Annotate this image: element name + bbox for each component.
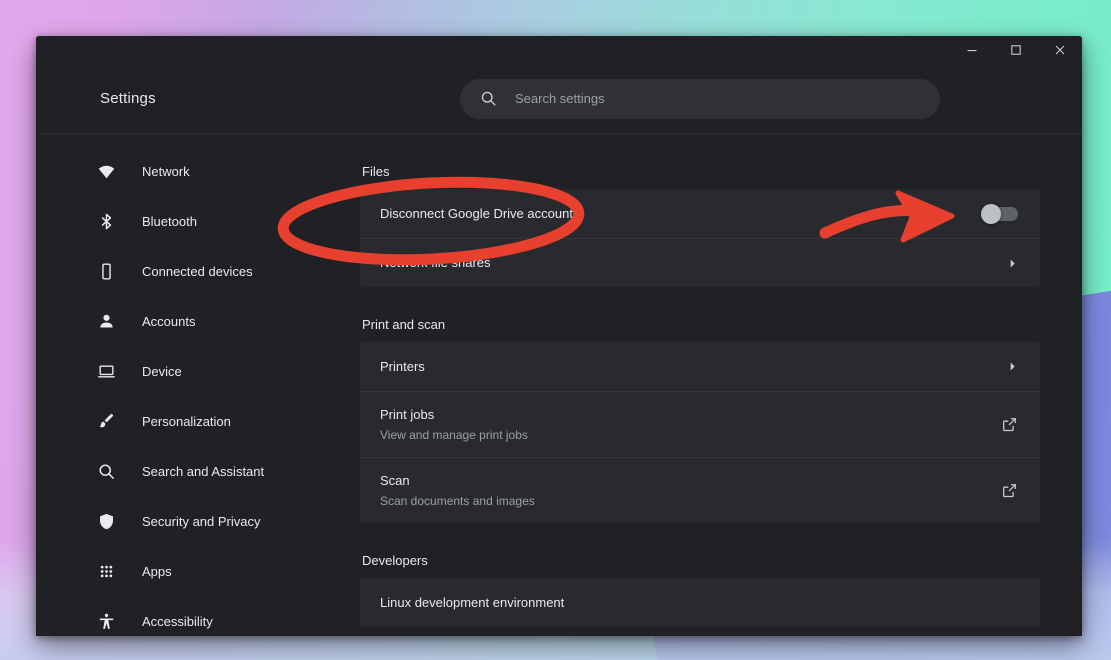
wifi-icon: [96, 161, 116, 181]
developers-card: Linux development environment: [360, 578, 1040, 627]
grid-icon: [96, 561, 116, 581]
section-title-files: Files: [362, 164, 390, 179]
row-linux-development-environment[interactable]: Linux development environment: [360, 578, 1040, 627]
sidebar-item-label: Accounts: [142, 313, 196, 329]
row-title: Printers: [380, 358, 425, 374]
search-box[interactable]: [460, 78, 940, 119]
row-disconnect-google-drive[interactable]: Disconnect Google Drive account: [360, 189, 1040, 238]
settings-window: Settings Network: [36, 36, 1082, 636]
shield-icon: [96, 511, 116, 531]
sidebar-item-label: Bluetooth: [142, 213, 197, 229]
row-title: Linux development environment: [380, 594, 565, 610]
sidebar-item-bluetooth[interactable]: Bluetooth: [36, 196, 308, 246]
page-title: Settings: [100, 90, 156, 107]
sidebar-item-network[interactable]: Network: [36, 146, 308, 196]
accessibility-icon: [96, 611, 116, 631]
disconnect-google-drive-toggle[interactable]: [981, 203, 1018, 224]
toggle-knob: [981, 203, 1001, 224]
row-title: Scan: [380, 472, 410, 488]
row-printers[interactable]: Printers: [360, 342, 1040, 391]
sidebar-item-label: Network: [142, 163, 190, 179]
search-icon: [96, 461, 116, 481]
row-network-file-shares[interactable]: Network file shares: [360, 238, 1040, 287]
print-and-scan-card: Printers Print jobs View and manage prin…: [360, 342, 1040, 523]
phone-icon: [96, 261, 116, 281]
row-title: Disconnect Google Drive account: [380, 205, 573, 221]
sidebar-item-label: Search and Assistant: [142, 463, 265, 479]
sidebar-item-label: Apps: [142, 563, 172, 579]
sidebar-item-personalization[interactable]: Personalization: [36, 396, 308, 446]
sidebar-item-label: Connected devices: [142, 263, 253, 279]
close-button[interactable]: [1038, 36, 1082, 64]
sidebar-item-connected-devices[interactable]: Connected devices: [36, 246, 308, 296]
row-scan[interactable]: Scan Scan documents and images: [360, 457, 1040, 523]
sidebar-item-accessibility[interactable]: Accessibility: [36, 596, 308, 636]
sidebar-item-device[interactable]: Device: [36, 346, 308, 396]
window-titlebar: [36, 36, 1082, 64]
row-print-jobs[interactable]: Print jobs View and manage print jobs: [360, 391, 1040, 457]
settings-content: Files Disconnect Google Drive account Ne…: [324, 134, 1082, 636]
sidebar-item-security-and-privacy[interactable]: Security and Privacy: [36, 496, 308, 546]
laptop-icon: [96, 361, 116, 381]
sidebar-item-search-and-assistant[interactable]: Search and Assistant: [36, 446, 308, 496]
sidebar-item-label: Personalization: [142, 413, 231, 429]
window-body: Network Bluetooth Connected devices Acco…: [36, 134, 1082, 636]
person-icon: [96, 311, 116, 331]
chevron-right-icon: [1007, 361, 1020, 372]
chevron-right-icon: [1007, 258, 1020, 269]
external-link-icon[interactable]: [1001, 482, 1020, 499]
files-card: Disconnect Google Drive account Network …: [360, 189, 1040, 287]
section-title-developers: Developers: [362, 553, 428, 568]
sidebar-item-label: Accessibility: [142, 613, 213, 629]
row-subtitle: Scan documents and images: [380, 493, 535, 508]
settings-sidebar: Network Bluetooth Connected devices Acco…: [36, 134, 324, 636]
search-icon: [480, 90, 497, 107]
brush-icon: [96, 411, 116, 431]
search-input[interactable]: [515, 91, 940, 106]
external-link-icon[interactable]: [1001, 416, 1020, 433]
sidebar-item-apps[interactable]: Apps: [36, 546, 308, 596]
bluetooth-icon: [96, 211, 116, 231]
row-subtitle: View and manage print jobs: [380, 427, 528, 442]
sidebar-item-label: Security and Privacy: [142, 513, 261, 529]
row-title: Network file shares: [380, 255, 491, 270]
section-title-print-and-scan: Print and scan: [362, 317, 446, 332]
maximize-button[interactable]: [994, 36, 1038, 64]
sidebar-item-label: Device: [142, 363, 182, 379]
row-title: Print jobs: [380, 406, 435, 422]
minimize-button[interactable]: [950, 36, 994, 64]
app-header: Settings: [36, 64, 1082, 134]
sidebar-item-accounts[interactable]: Accounts: [36, 296, 308, 346]
